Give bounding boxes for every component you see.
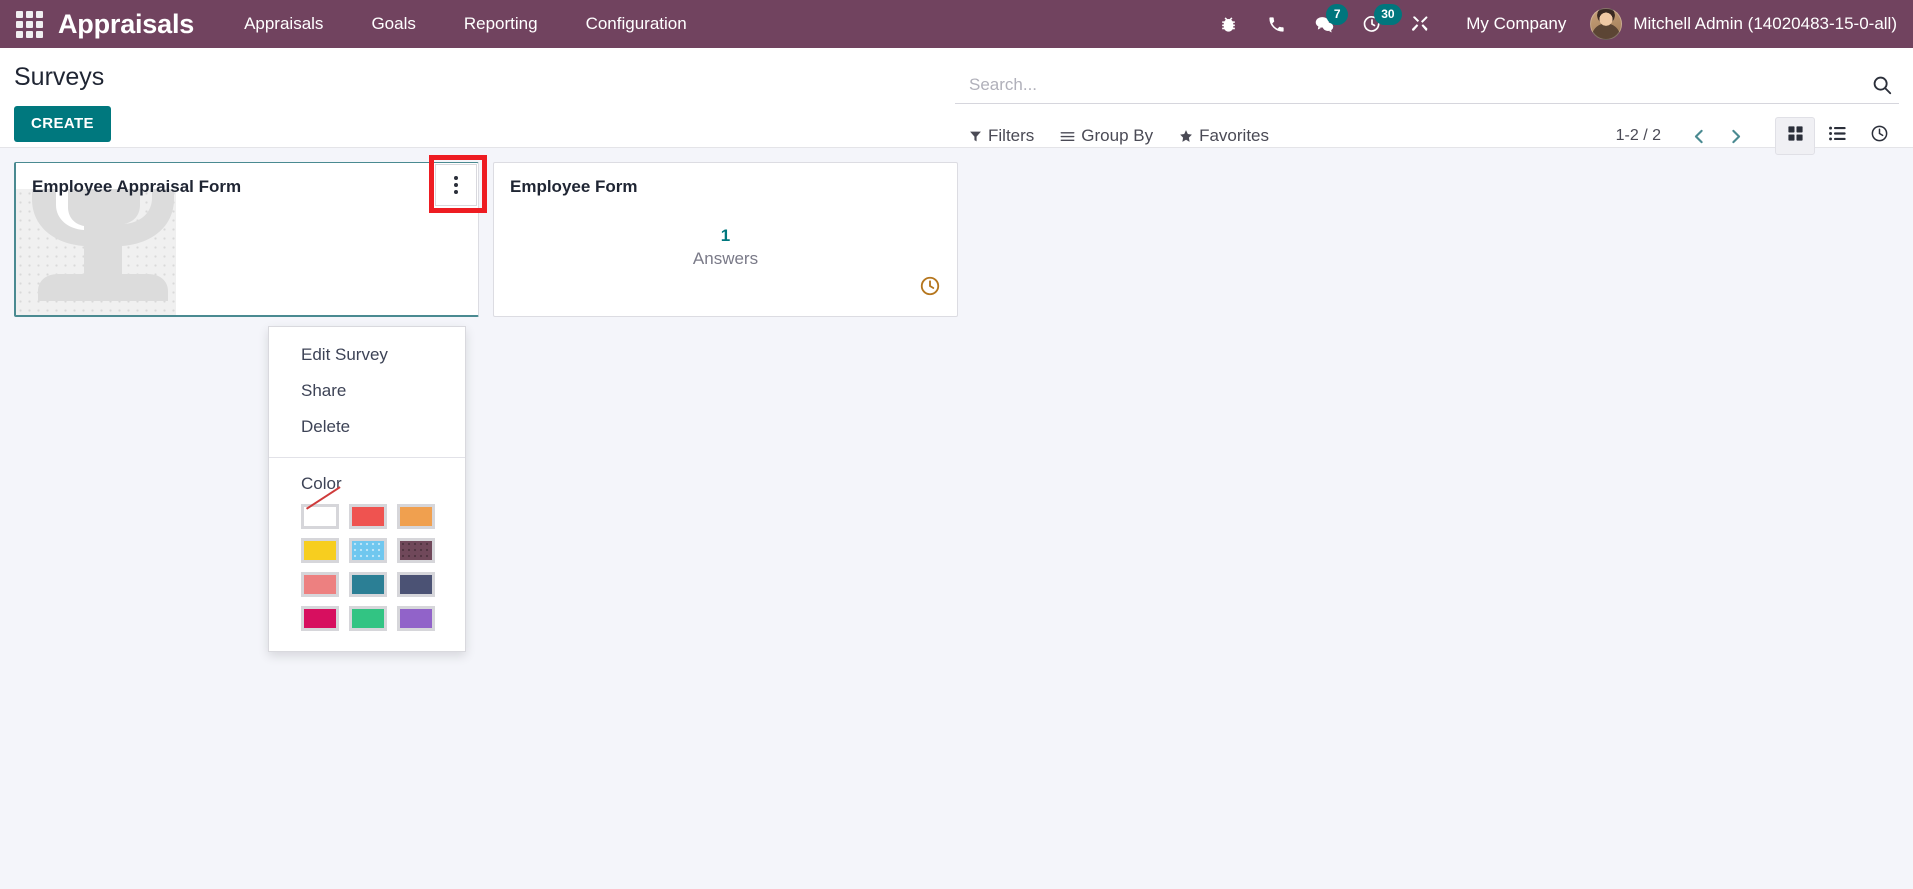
- messages-icon-button[interactable]: 7: [1300, 0, 1349, 48]
- menu-item-reporting[interactable]: Reporting: [440, 0, 562, 48]
- kanban-icon: [1787, 125, 1804, 147]
- trophy-watermark-icon: [16, 189, 176, 315]
- color-swatch-no-color[interactable]: [301, 504, 339, 529]
- clock-icon: [1870, 124, 1889, 148]
- kanban-card-title: Employee Form: [510, 177, 638, 196]
- user-name-label: Mitchell Admin (14020483-15-0-all): [1633, 14, 1897, 33]
- kanban-card-employee-appraisal-form[interactable]: Employee Appraisal Form: [14, 155, 487, 317]
- filter-row: Filters Group By Favorites 1-2 / 2: [955, 117, 1899, 155]
- main-menu: Appraisals Goals Reporting Configuration: [220, 0, 711, 48]
- top-navbar: Appraisals Appraisals Goals Reporting Co…: [0, 0, 1913, 48]
- kanban-card-title: Employee Appraisal Form: [32, 177, 242, 196]
- pager-text: 1-2 / 2: [1615, 127, 1661, 144]
- bug-icon-button[interactable]: [1204, 0, 1252, 48]
- pager-previous-button[interactable]: [1683, 120, 1715, 152]
- grid-apps-icon: [15, 10, 43, 38]
- kanban-card-dropdown-menu: Edit Survey Share Delete Color: [268, 326, 466, 652]
- dropdown-item-delete[interactable]: Delete: [269, 409, 465, 445]
- color-swatch-light-blue[interactable]: [349, 538, 387, 563]
- menu-item-appraisals[interactable]: Appraisals: [220, 0, 347, 48]
- color-swatch-orange[interactable]: [397, 504, 435, 529]
- list-icon: [1828, 125, 1847, 147]
- create-button[interactable]: CREATE: [14, 106, 111, 142]
- color-picker-grid: [269, 504, 465, 631]
- group-by-label: Group By: [1081, 126, 1154, 145]
- pager-next-button[interactable]: [1719, 120, 1751, 152]
- color-swatch-salmon-pink[interactable]: [301, 572, 339, 597]
- page-title: Surveys: [14, 63, 105, 91]
- control-panel-right: Filters Group By: [955, 48, 1913, 155]
- menu-item-configuration[interactable]: Configuration: [562, 0, 711, 48]
- kebab-menu-icon: [454, 176, 458, 194]
- color-section-title: Color: [301, 474, 342, 493]
- activity-icon-button[interactable]: 30: [1348, 0, 1402, 48]
- color-swatch-dark-purple[interactable]: [397, 538, 435, 563]
- view-activity-button[interactable]: [1859, 117, 1899, 155]
- color-swatch-yellow[interactable]: [301, 538, 339, 563]
- systray: 7 30: [1204, 0, 1444, 48]
- messages-badge: 7: [1326, 4, 1349, 25]
- kanban-card-answers-stat[interactable]: 1 Answers: [494, 225, 957, 271]
- view-kanban-button[interactable]: [1775, 117, 1815, 155]
- kanban-view: Employee Appraisal Form Employee Form 1 …: [0, 148, 1913, 889]
- color-swatch-fuchsia[interactable]: [301, 606, 339, 631]
- dropdown-item-edit-survey[interactable]: Edit Survey: [269, 337, 465, 373]
- control-panel-left: Surveys CREATE: [0, 48, 955, 147]
- menu-item-goals[interactable]: Goals: [347, 0, 439, 48]
- control-panel: Surveys CREATE Search... Filters Group B…: [0, 48, 1913, 155]
- kanban-card-employee-form[interactable]: Employee Form 1 Answers: [493, 162, 958, 317]
- search-icon[interactable]: [1863, 74, 1899, 100]
- view-list-button[interactable]: [1817, 117, 1857, 155]
- color-swatch-medium-blue[interactable]: [349, 572, 387, 597]
- dropdown-item-share[interactable]: Share: [269, 373, 465, 409]
- funnel-icon: [969, 130, 982, 143]
- bug-icon: [1219, 15, 1238, 34]
- tools-icon-button[interactable]: [1396, 0, 1444, 48]
- company-switcher[interactable]: My Company: [1444, 14, 1584, 34]
- view-switcher: [1775, 117, 1899, 155]
- group-by-button[interactable]: Group By: [1060, 126, 1153, 146]
- answers-count: 1: [720, 226, 731, 245]
- search-bar: [955, 70, 1899, 104]
- user-menu[interactable]: Mitchell Admin (14020483-15-0-all): [1584, 0, 1913, 48]
- pager: 1-2 / 2: [1616, 117, 1899, 155]
- color-swatch-green[interactable]: [349, 606, 387, 631]
- favorites-label: Favorites: [1199, 126, 1270, 145]
- filters-button[interactable]: Filters: [969, 126, 1034, 146]
- apps-menu-button[interactable]: [0, 0, 58, 48]
- star-icon: [1179, 129, 1193, 143]
- kanban-records: Employee Appraisal Form Employee Form 1 …: [14, 155, 1913, 317]
- filters-label: Filters: [988, 126, 1035, 145]
- kanban-card-activity-clock-icon[interactable]: [919, 275, 941, 302]
- kanban-card-kebab-menu[interactable]: [435, 164, 477, 206]
- app-brand-title: Appraisals: [58, 8, 195, 39]
- bars-icon: [1060, 130, 1075, 143]
- color-swatch-red[interactable]: [349, 504, 387, 529]
- phone-icon-button[interactable]: [1252, 0, 1300, 48]
- tools-icon: [1410, 14, 1430, 34]
- avatar: [1590, 8, 1623, 40]
- favorites-button[interactable]: Favorites: [1179, 126, 1269, 146]
- color-swatch-purple[interactable]: [397, 606, 435, 631]
- color-swatch-dark-blue[interactable]: [397, 572, 435, 597]
- phone-icon: [1267, 15, 1286, 34]
- search-input[interactable]: [955, 74, 1863, 99]
- answers-label: Answers: [692, 248, 759, 268]
